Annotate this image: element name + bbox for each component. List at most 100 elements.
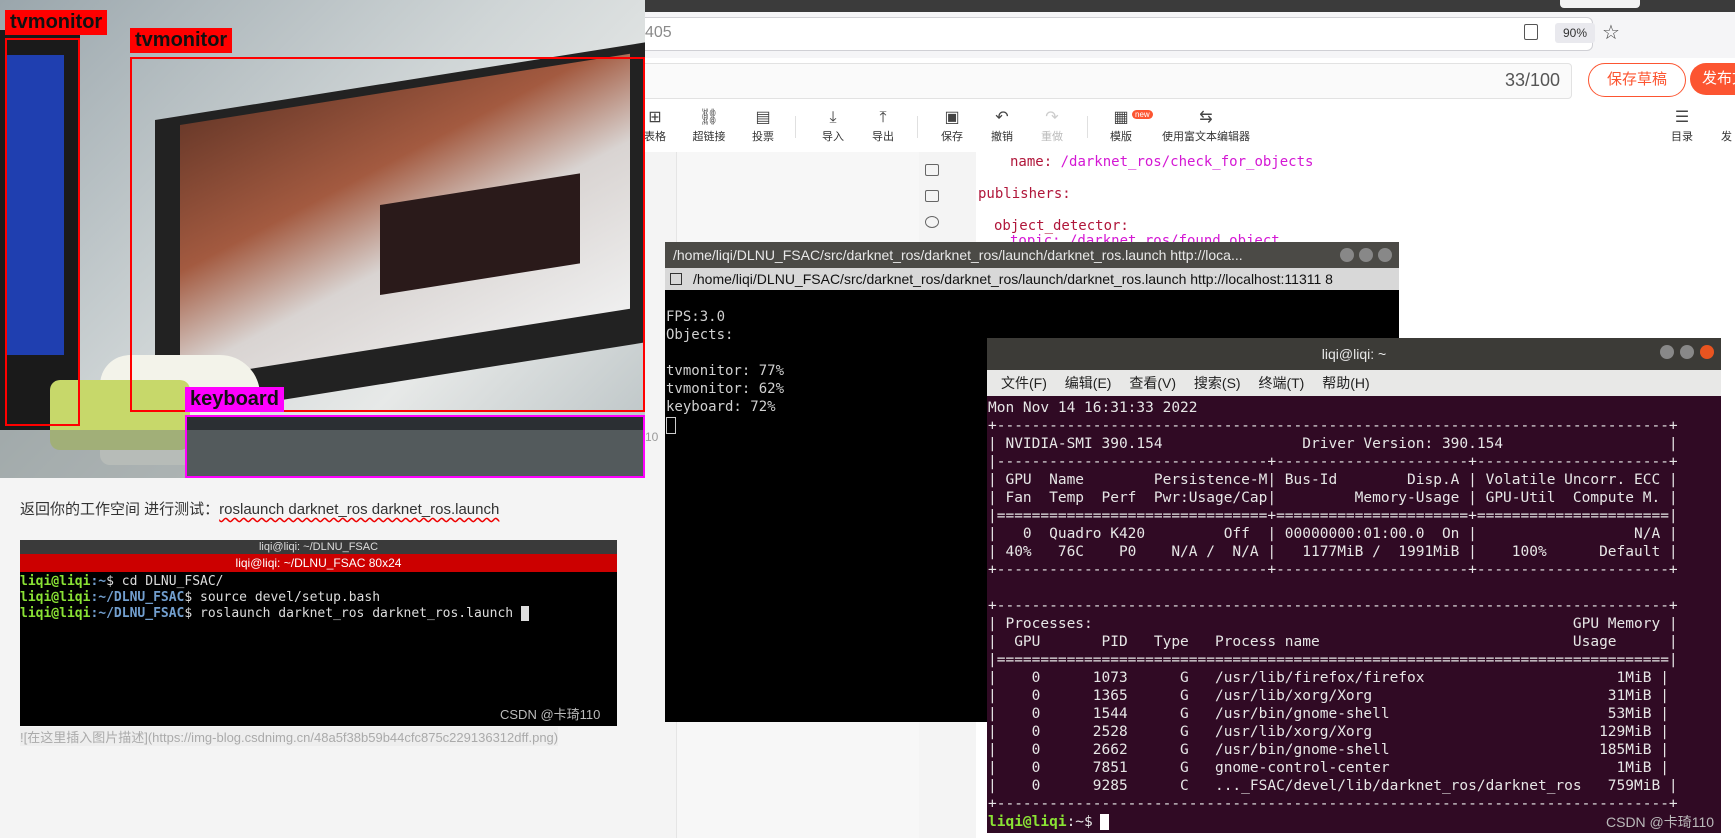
toolbar-hyperlink-button[interactable]: ⛓ 超链接: [690, 108, 728, 144]
bookmark-star-icon[interactable]: ☆: [1602, 20, 1620, 45]
nvidia-smi-line: | 0 7851 G gnome-control-center 1MiB |: [988, 760, 1669, 776]
toolbar-import-button[interactable]: ⤓ 导入: [818, 108, 848, 144]
toolbar-divider: [795, 116, 796, 138]
darknet-output-line: tvmonitor: 62%: [666, 381, 785, 397]
embedded-terminal-line: liqi@liqi:~/DLNU_FSAC$ source devel/setu…: [20, 590, 380, 605]
close-button[interactable]: [1700, 345, 1714, 359]
menu-terminal[interactable]: 终端(T): [1258, 370, 1304, 396]
nvidia-smi-line: |-------------------------------+-------…: [988, 454, 1678, 470]
instruction-command: roslaunch darknet_ros darknet_ros.launch: [219, 501, 500, 518]
prompt-path: :~: [90, 574, 107, 589]
toolbar-publish-short[interactable]: 发: [1718, 108, 1735, 144]
nvidia-smi-line: +-------------------------------+-------…: [988, 562, 1678, 578]
save-draft-button[interactable]: 保存草稿: [1588, 63, 1686, 97]
darknet-output-line: FPS:3.0: [666, 309, 726, 325]
nvidia-smi-line: | NVIDIA-SMI 390.154 Driver Version: 390…: [988, 436, 1678, 452]
toolbar-label: 目录: [1671, 131, 1693, 143]
prompt-path: :~/DLNU_FSAC: [90, 606, 185, 621]
prompt-command: $ roslaunch darknet_ros darknet_ros.laun…: [184, 606, 521, 621]
menu-search[interactable]: 搜索(S): [1194, 370, 1241, 396]
darknet-output-line: Objects:: [666, 327, 734, 343]
terminal-menubar: 文件(F) 编辑(E) 查看(V) 搜索(S) 终端(T) 帮助(H): [987, 370, 1721, 396]
nvidia-smi-line: | Fan Temp Perf Pwr:Usage/Cap| Memory-Us…: [988, 490, 1678, 506]
preview-mode-icon[interactable]: [925, 164, 939, 176]
prompt-user: liqi@liqi: [20, 574, 91, 589]
nvidia-terminal-prompt: liqi@liqi:~$: [988, 814, 1102, 830]
image-markdown-link: ![在这里插入图片描述](https://img-blog.csdnimg.cn…: [20, 727, 559, 746]
toolbar-label: 重做: [1041, 131, 1063, 143]
toolbar-redo-button[interactable]: ↷ 重做: [1037, 108, 1067, 144]
address-bar[interactable]: [600, 17, 1593, 51]
nvidia-smi-line: Mon Nov 14 16:31:33 2022: [988, 400, 1198, 416]
menu-edit[interactable]: 编辑(E): [1065, 370, 1112, 396]
yaml-value: /darknet_ros/check_for_objects: [1060, 154, 1314, 170]
switch-editor-icon: ⇆: [1199, 109, 1213, 126]
line-number-hint: 10: [645, 430, 659, 444]
tab-strip-button[interactable]: [1560, 0, 1640, 8]
prompt-user: liqi@liqi: [20, 590, 91, 605]
darknet-terminal-title[interactable]: /home/liqi/DLNU_FSAC/src/darknet_ros/dar…: [665, 242, 1399, 268]
nvidia-smi-line: | 0 9285 C ..._FSAC/devel/lib/darknet_ro…: [988, 778, 1678, 794]
nvidia-smi-line: +---------------------------------------…: [988, 598, 1678, 614]
address-bar-text[interactable]: 405: [645, 24, 672, 42]
darknet-terminal-tab[interactable]: /home/liqi/DLNU_FSAC/src/darknet_ros/dar…: [665, 268, 1399, 290]
instruction-text: 返回你的工作空间 进行测试：: [20, 501, 220, 518]
yaml-line-name: name: /darknet_ros/check_for_objects: [1010, 154, 1313, 170]
toolbar-divider: [917, 116, 918, 138]
eye-icon[interactable]: [925, 216, 939, 228]
nvidia-smi-line: +---------------------------------------…: [988, 418, 1678, 434]
split-view-icon[interactable]: [925, 190, 939, 202]
vote-icon: ▤: [755, 109, 771, 126]
watermark: CSDN @卡琦110: [1606, 814, 1715, 830]
nvidia-terminal-title[interactable]: liqi@liqi: ~: [987, 338, 1721, 370]
nvidia-smi-line: | 0 2528 G /usr/lib/xorg/Xorg 129MiB |: [988, 724, 1669, 740]
maximize-button[interactable]: [1680, 345, 1694, 359]
minimize-button[interactable]: [1340, 248, 1354, 262]
toolbar-label: 投票: [752, 131, 774, 143]
publish-button[interactable]: 发布文: [1690, 63, 1735, 95]
nvidia-smi-line: |===============================+=======…: [988, 508, 1678, 524]
toolbar-vote-button[interactable]: ▤ 投票: [748, 108, 778, 144]
toolbar-export-button[interactable]: ⤒ 导出: [868, 108, 898, 144]
zoom-level[interactable]: 90%: [1555, 23, 1595, 43]
toolbar-save-button[interactable]: ▣ 保存: [937, 108, 967, 144]
close-button[interactable]: [1378, 248, 1392, 262]
yaml-key: name:: [1010, 154, 1053, 170]
reader-view-icon[interactable]: [1524, 24, 1538, 40]
toolbar-toc-button[interactable]: ☰ 目录: [1667, 108, 1697, 144]
bbox-label-keyboard: keyboard: [185, 387, 284, 412]
menu-help[interactable]: 帮助(H): [1322, 370, 1369, 396]
maximize-button[interactable]: [1359, 248, 1373, 262]
nvidia-smi-line: | GPU PID Type Process name Usage |: [988, 634, 1678, 650]
toolbar-undo-button[interactable]: ↶ 撤销: [987, 108, 1017, 144]
menu-view[interactable]: 查看(V): [1129, 370, 1176, 396]
nvidia-smi-line: | 40% 76C P0 N/A / N/A | 1177MiB / 1991M…: [988, 544, 1678, 560]
toolbar-label: 模版: [1110, 131, 1132, 143]
terminal-cursor: [1100, 814, 1109, 830]
minimize-button[interactable]: [1660, 345, 1674, 359]
nvidia-smi-line: | 0 1365 G /usr/lib/xorg/Xorg 31MiB |: [988, 688, 1669, 704]
nvidia-smi-line: | 0 1073 G /usr/lib/firefox/firefox 1MiB…: [988, 670, 1669, 686]
link-icon: ⛓: [698, 109, 720, 126]
terminal-tab-icon: [670, 273, 682, 285]
bbox-label-tvmonitor-2: tvmonitor: [130, 28, 233, 53]
nvidia-smi-line: | 0 Quadro K420 Off | 00000000:01:00.0 O…: [988, 526, 1678, 542]
title-char-count: 33/100: [1505, 70, 1561, 90]
prompt-path: :~$: [1066, 814, 1102, 830]
toolbar-rich-editor-button[interactable]: ⇆ 使用富文本编辑器: [1160, 108, 1252, 144]
article-title-input[interactable]: [600, 63, 1572, 99]
prompt-user: liqi@liqi: [988, 814, 1067, 830]
toolbar-label: 超链接: [692, 131, 726, 143]
toolbar-label: 发: [1721, 131, 1732, 143]
bbox-keyboard: [185, 415, 645, 478]
embedded-terminal-line: liqi@liqi:~$ cd DLNU_FSAC/: [20, 574, 224, 589]
prompt-command: $ cd DLNU_FSAC/: [106, 574, 224, 589]
redo-icon: ↷: [1045, 109, 1059, 126]
yaml-line-publishers: publishers:: [978, 186, 1071, 202]
menu-file[interactable]: 文件(F): [1001, 370, 1047, 396]
undo-icon: ↶: [995, 109, 1009, 126]
embedded-terminal-line: liqi@liqi:~/DLNU_FSAC$ roslaunch darknet…: [20, 606, 529, 621]
watermark: CSDN @卡琦110: [500, 707, 601, 722]
darknet-output-line: tvmonitor: 77%: [666, 363, 785, 379]
save-icon: ▣: [944, 109, 960, 126]
